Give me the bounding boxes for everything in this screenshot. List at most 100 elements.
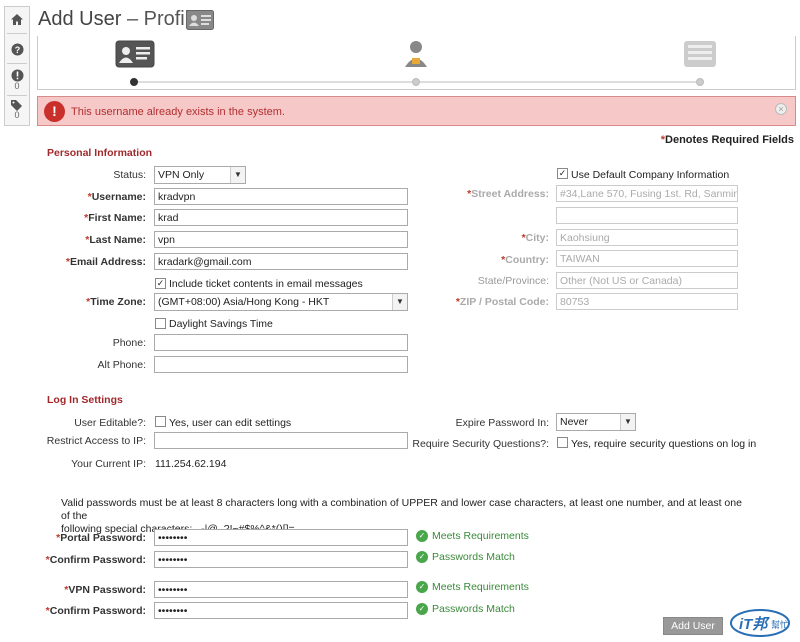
- portal-password-status: ✓ Meets Requirements: [416, 530, 529, 543]
- tags-button[interactable]: 0: [5, 99, 29, 120]
- sidebar-divider: [7, 63, 27, 64]
- page-title: Add User – Profile: [38, 8, 200, 31]
- street-input[interactable]: #34,Lane 570, Fusing 1st. Rd, Sanming: [556, 185, 738, 202]
- user-step-icon[interactable]: [404, 40, 428, 68]
- help-button[interactable]: ?: [5, 43, 29, 56]
- include-ticket-checkbox[interactable]: ✓: [155, 278, 166, 289]
- check-icon: ✓: [416, 530, 428, 543]
- current-ip-value: 111.254.62.194: [155, 458, 227, 470]
- portal-confirm-status: ✓ Passwords Match: [416, 551, 515, 564]
- timezone-value: (GMT+08:00) Asia/Hong Kong - HKT: [158, 296, 330, 308]
- restrict-ip-label: Restrict Access to IP:: [46, 435, 146, 447]
- security-questions-checkbox[interactable]: [557, 437, 568, 448]
- required-fields-note: *Denotes Required Fields: [661, 134, 794, 146]
- close-icon[interactable]: ×: [775, 103, 787, 115]
- alt-phone-input[interactable]: [154, 356, 408, 373]
- portal-password-label: *Portal Password:: [56, 532, 146, 544]
- user-editable-option: Yes, user can edit settings: [169, 417, 292, 429]
- zip-input[interactable]: 80753: [556, 293, 738, 310]
- home-icon: [11, 14, 23, 25]
- user-editable-label: User Editable?:: [74, 417, 146, 429]
- help-icon: ?: [11, 43, 23, 56]
- svg-text:iT邦: iT邦: [739, 616, 770, 633]
- error-icon: !: [44, 101, 65, 122]
- wizard-steps: [37, 36, 796, 90]
- status-select[interactable]: VPN Only ▼: [154, 166, 246, 184]
- restrict-ip-input[interactable]: [154, 432, 408, 449]
- street-input-2[interactable]: [556, 207, 738, 224]
- country-select[interactable]: TAIWAN: [556, 250, 738, 267]
- profile-card-icon: [186, 10, 214, 30]
- chevron-down-icon: ▼: [230, 167, 245, 183]
- section-login-settings: Log In Settings: [47, 394, 123, 406]
- zip-label: *ZIP / Postal Code:: [455, 296, 549, 308]
- check-icon: ✓: [416, 551, 428, 564]
- left-sidebar: ? 0 0: [4, 6, 30, 126]
- username-input[interactable]: kradvpn: [154, 188, 408, 205]
- expire-password-value: Never: [560, 416, 589, 428]
- portal-confirm-input[interactable]: ••••••••: [154, 551, 408, 568]
- vpn-confirm-label: *Confirm Password:: [45, 605, 146, 617]
- phone-input[interactable]: [154, 334, 408, 351]
- wizard-dot-settings[interactable]: [696, 78, 704, 86]
- vpn-confirm-status: ✓ Passwords Match: [416, 603, 515, 616]
- logo-icon: iT邦 幫忙: [730, 609, 790, 637]
- expire-password-label: Expire Password In:: [455, 417, 549, 429]
- portal-confirm-label: *Confirm Password:: [45, 554, 146, 566]
- user-editable-checkbox[interactable]: [155, 416, 166, 427]
- country-label: *Country:: [501, 254, 549, 266]
- alerts-button[interactable]: 0: [5, 69, 29, 91]
- chevron-down-icon: ▼: [620, 414, 635, 430]
- status-value: VPN Only: [158, 169, 205, 181]
- city-label: *City:: [521, 232, 549, 244]
- first-name-label: *First Name:: [84, 212, 146, 224]
- vpn-password-input[interactable]: ••••••••: [154, 581, 408, 598]
- current-ip-label: Your Current IP:: [71, 458, 146, 470]
- email-label: *Email Address:: [65, 256, 146, 268]
- status-label: Status:: [113, 169, 146, 181]
- timezone-label: *Time Zone:: [86, 296, 146, 308]
- first-name-input[interactable]: krad: [154, 209, 408, 226]
- last-name-input[interactable]: vpn: [154, 231, 408, 248]
- settings-step-icon[interactable]: [682, 40, 718, 68]
- add-user-button[interactable]: Add User: [663, 617, 723, 635]
- check-icon: ✓: [416, 581, 428, 594]
- vpn-password-label: *VPN Password:: [64, 584, 146, 596]
- section-personal-info: Personal Information: [47, 147, 153, 159]
- error-alert: ! This username already exists in the sy…: [37, 96, 796, 126]
- sidebar-divider: [7, 33, 27, 34]
- city-input[interactable]: Kaohsiung: [556, 229, 738, 246]
- expire-password-select[interactable]: Never ▼: [556, 413, 636, 431]
- alerts-count: 0: [14, 81, 20, 91]
- portal-password-input[interactable]: ••••••••: [154, 529, 408, 546]
- page-title-dash: –: [126, 8, 139, 30]
- username-label: *Username:: [87, 191, 146, 203]
- vpn-password-status: ✓ Meets Requirements: [416, 581, 529, 594]
- tags-count: 0: [14, 110, 20, 120]
- security-questions-option: Yes, require security questions on log i…: [571, 438, 757, 450]
- ithome-logo: iT邦 幫忙: [730, 606, 796, 638]
- wizard-dot-profile[interactable]: [130, 78, 138, 86]
- use-default-company-label: Use Default Company Information: [571, 169, 730, 181]
- dst-checkbox[interactable]: [155, 318, 166, 329]
- email-input[interactable]: kradark@gmail.com: [154, 253, 408, 270]
- chevron-down-icon: ▼: [392, 294, 407, 310]
- vpn-confirm-input[interactable]: ••••••••: [154, 602, 408, 619]
- svg-text:幫忙: 幫忙: [771, 619, 789, 631]
- required-text: Denotes Required Fields: [665, 134, 794, 146]
- wizard-dot-user[interactable]: [412, 78, 420, 86]
- error-message: This username already exists in the syst…: [71, 106, 285, 118]
- use-default-company-checkbox[interactable]: ✓: [557, 168, 568, 179]
- profile-step-icon[interactable]: [115, 40, 155, 68]
- state-label: State/Province:: [477, 275, 549, 287]
- timezone-select[interactable]: (GMT+08:00) Asia/Hong Kong - HKT ▼: [154, 293, 408, 311]
- home-button[interactable]: [5, 13, 29, 26]
- street-label: *Street Address:: [467, 188, 549, 200]
- password-note-line1: Valid passwords must be at least 8 chara…: [61, 497, 742, 522]
- svg-text:?: ?: [14, 45, 20, 55]
- wizard-connector: [136, 81, 412, 83]
- check-icon: ✓: [416, 603, 428, 616]
- page-title-main: Add User: [38, 8, 122, 30]
- state-select[interactable]: Other (Not US or Canada): [556, 272, 738, 289]
- wizard-connector: [418, 81, 696, 83]
